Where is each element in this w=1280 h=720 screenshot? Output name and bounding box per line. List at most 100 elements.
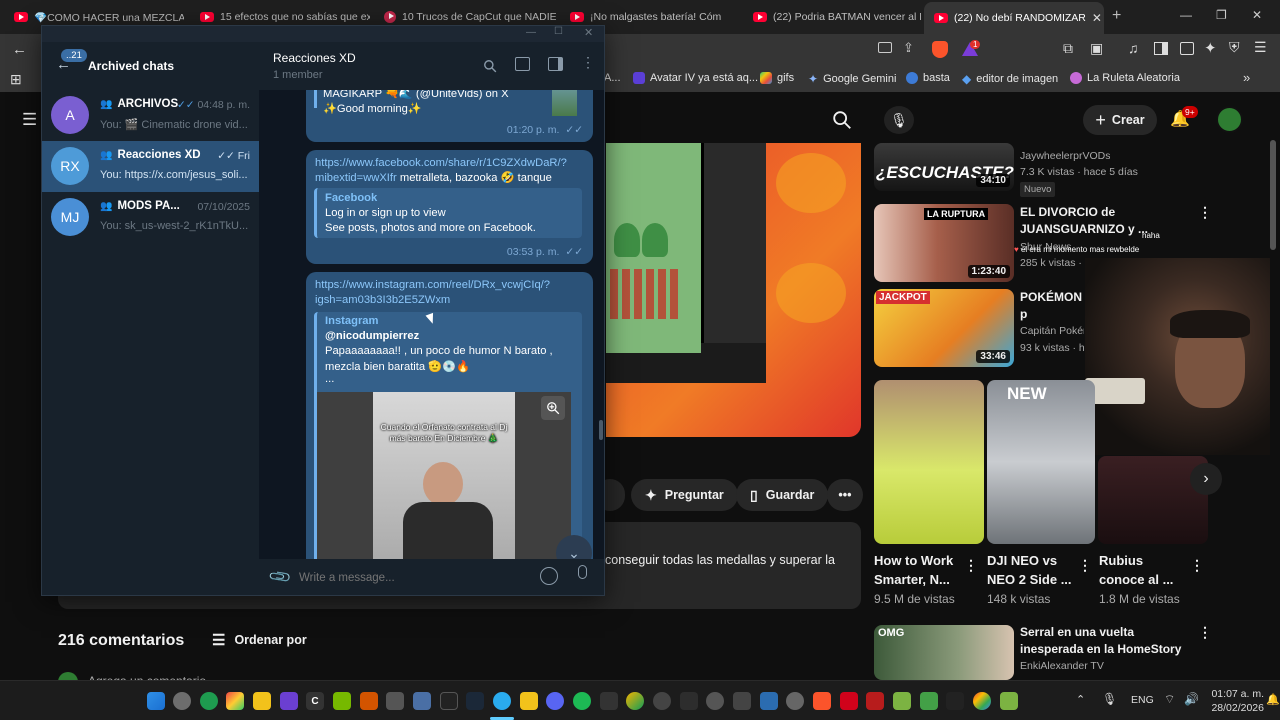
rec-title[interactable]: Serral en una vuelta inesperada en la Ho… (1020, 624, 1190, 660)
short-title[interactable]: DJI NEO vs NEO 2 Side ... (987, 551, 1075, 589)
app-icon[interactable] (706, 692, 724, 710)
epic-games-icon[interactable] (440, 692, 458, 710)
voice-search-icon[interactable]: 🎙 (884, 106, 914, 134)
nvidia-icon[interactable] (333, 692, 351, 710)
microphone-tray-icon[interactable]: 🎙 (1102, 692, 1117, 706)
message-input[interactable] (299, 568, 529, 588)
leo-ai-icon[interactable]: ✦ (1204, 39, 1217, 57)
more-options-icon[interactable]: ⋮ (1198, 204, 1212, 221)
brave-shield-icon[interactable] (932, 41, 948, 58)
save-button[interactable]: ▯ Guardar (736, 479, 829, 511)
folder-icon[interactable] (520, 692, 538, 710)
browser-tab[interactable]: (22) Podria BATMAN vencer al N (743, 4, 921, 30)
back-icon[interactable]: ← (12, 41, 27, 58)
chat-scrollbar[interactable] (599, 420, 603, 440)
app-icon[interactable] (786, 692, 804, 710)
more-options-icon[interactable]: ⋮ (1190, 557, 1204, 574)
spotify-icon[interactable] (573, 692, 591, 710)
minimize-icon[interactable]: — (526, 27, 536, 38)
chat-item-reacciones[interactable]: RX 👥 Reacciones XD ✓✓ Fri You: https://x.… (42, 141, 259, 192)
copilot-icon[interactable] (226, 692, 244, 710)
message-link[interactable]: igsh=am03b3I3b2E5ZWxm (315, 293, 450, 308)
message-bubble[interactable]: MAGIKARP 🔫🌊 (@UniteVids) on X ✨Good morn… (306, 90, 593, 142)
live-stream-icon[interactable] (515, 57, 530, 71)
wallet-icon[interactable] (1180, 42, 1194, 55)
screenshot-icon[interactable]: ▣ (1090, 40, 1103, 57)
wifi-icon[interactable]: ⌔ (1164, 692, 1175, 707)
create-button[interactable]: + Crear (1083, 105, 1157, 135)
message-bubble[interactable]: https://www.facebook.com/share/r/1C9ZXdw… (306, 150, 593, 264)
tray-chevron-icon[interactable]: ⌃ (1076, 693, 1085, 706)
rec-title[interactable]: EL DIVORCIO de JUANSGUARNIZO y ... (1020, 204, 1188, 238)
message-link[interactable]: mibextid=wwXIfr (315, 172, 397, 184)
rec-thumbnail[interactable]: JACKPOT 33:46 (874, 289, 1014, 367)
search-button[interactable] (822, 107, 862, 133)
more-bookmarks-icon[interactable]: » (1243, 70, 1250, 85)
apps-grid-icon[interactable]: ⊞ (10, 71, 22, 88)
rec-thumbnail[interactable]: OMG (874, 625, 1014, 680)
restore-icon[interactable]: ❐ (1216, 8, 1227, 22)
bookmark-item[interactable]: ◆ editor de imagen (962, 72, 1058, 86)
message-bubble[interactable]: https://www.instagram.com/reel/DRx_vcwjC… (306, 272, 593, 559)
close-window-icon[interactable]: ✕ (584, 26, 593, 39)
notification-bell-icon[interactable]: 🔔 (1266, 693, 1280, 706)
short-thumbnail[interactable]: NEW (987, 380, 1095, 544)
app-icon[interactable] (680, 692, 698, 710)
rec-thumbnail[interactable]: LA RUPTURA 1:23:40 (874, 204, 1014, 282)
app-icon[interactable] (653, 692, 671, 710)
app-icon[interactable] (733, 692, 751, 710)
app-icon[interactable] (386, 692, 404, 710)
bookmark-item[interactable]: ✦ Google Gemini (808, 72, 896, 86)
share-app-icon[interactable] (600, 692, 618, 710)
telegram-icon[interactable] (493, 692, 511, 710)
message-link[interactable]: https://www.facebook.com/share/r/1C9ZXdw… (315, 156, 567, 171)
search-icon[interactable] (483, 59, 497, 73)
brave-icon[interactable] (813, 692, 831, 710)
bookmark-item[interactable]: basta (906, 72, 950, 84)
avatar[interactable] (1216, 106, 1243, 133)
steam-icon[interactable] (466, 692, 484, 710)
ask-button[interactable]: ✦ Preguntar (631, 479, 738, 511)
sidebar-toggle-icon[interactable] (548, 57, 563, 71)
video-preview[interactable]: Cuando el Orfanato contrata al Dj más ba… (317, 392, 571, 559)
music-icon[interactable]: ♫ (1128, 40, 1139, 56)
app-icon[interactable] (840, 692, 858, 710)
share-icon[interactable]: ⇪ (903, 40, 914, 56)
minimize-icon[interactable]: — (1180, 8, 1192, 22)
extensions-icon[interactable]: ⧉ (1063, 40, 1073, 57)
link-preview[interactable]: Facebook Log in or sign up to view See p… (314, 188, 582, 238)
zoom-button[interactable] (541, 396, 565, 420)
chat-item-archivos[interactable]: A 👥 ARCHIVOS ✓✓ 04:48 p. m. You: 🎬 Cinema… (42, 90, 259, 141)
bookmark-item[interactable]: La Ruleta Aleatoria (1070, 72, 1180, 84)
new-tab-button[interactable]: + (1112, 7, 1121, 25)
clock[interactable]: 01:07 a. m. 28/02/2026 (1208, 687, 1264, 715)
explorer-icon[interactable] (253, 692, 271, 710)
close-window-icon[interactable]: ✕ (1252, 8, 1262, 22)
message-link[interactable]: https://www.instagram.com/reel/DRx_vcwjC… (315, 278, 550, 293)
menu-icon[interactable]: ☰ (1254, 39, 1267, 56)
chat-title[interactable]: Reacciones XD (273, 51, 356, 65)
xbox-icon[interactable] (200, 692, 218, 710)
video-player[interactable] (606, 143, 861, 437)
sidebar-icon[interactable] (1154, 42, 1168, 55)
next-arrow-icon[interactable]: › (1190, 463, 1222, 495)
short-thumbnail[interactable] (874, 380, 984, 544)
app-icon[interactable] (893, 692, 911, 710)
maximize-icon[interactable]: ☐ (554, 26, 563, 37)
short-title[interactable]: Rubius conoce al ... (1099, 551, 1187, 589)
emoji-icon[interactable] (540, 567, 558, 585)
app-icon[interactable] (360, 692, 378, 710)
more-options-icon[interactable]: ⋮ (1078, 557, 1092, 574)
attach-icon[interactable]: 📎 (267, 564, 293, 590)
page-scrollbar[interactable] (1270, 140, 1276, 250)
language-indicator[interactable]: ENG (1131, 694, 1154, 706)
more-actions-button[interactable]: ••• (827, 479, 863, 511)
app-icon[interactable] (866, 692, 884, 710)
app-icon[interactable] (920, 692, 938, 710)
link-preview[interactable]: Instagram @nicodumpierrez Papaaaaaaaa!! … (314, 312, 582, 559)
short-title[interactable]: How to Work Smarter, N... (874, 551, 962, 589)
short-thumbnail[interactable] (1098, 456, 1208, 544)
rec-title[interactable]: POKÉMON p DEPENDE de (1020, 289, 1084, 323)
close-tab-icon[interactable]: ✕ (1092, 11, 1102, 25)
more-options-icon[interactable]: ⋮ (964, 557, 978, 574)
